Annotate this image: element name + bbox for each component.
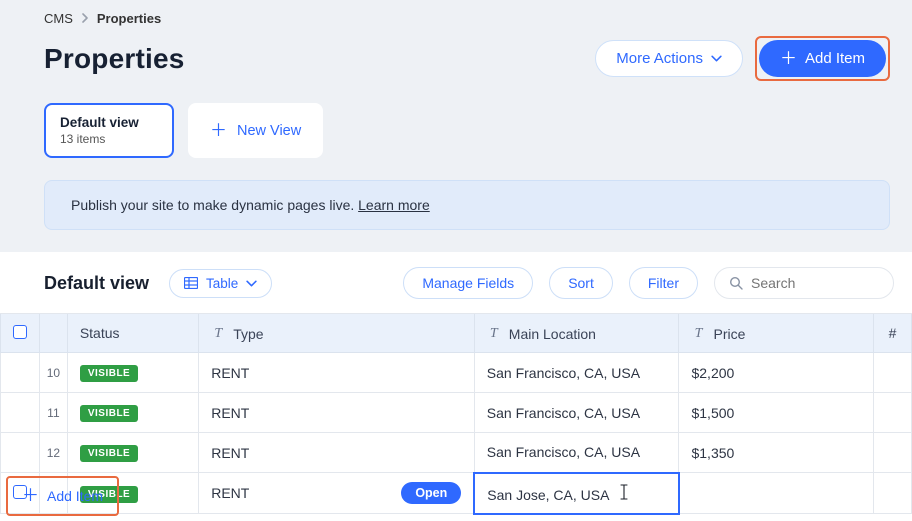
col-header-hash[interactable]: # [874, 314, 912, 353]
banner-text: Publish your site to make dynamic pages … [71, 197, 358, 213]
col-header-rownum [40, 314, 68, 353]
table-row[interactable]: 11 VISIBLE RENT San Francisco, CA, USA $… [1, 393, 912, 433]
open-row-button[interactable]: Open [401, 482, 461, 504]
view-name: Default view [60, 115, 150, 130]
cell-extra[interactable] [874, 353, 912, 393]
cell-price[interactable] [679, 473, 874, 514]
cell-location[interactable]: San Francisco, CA, USA [474, 393, 679, 433]
text-type-icon: T [691, 326, 705, 342]
new-view-button[interactable]: ＋ New View [188, 103, 323, 158]
cell-type[interactable]: RENT [199, 353, 475, 393]
view-mode-select[interactable]: Table [169, 269, 272, 298]
chevron-down-icon [711, 55, 722, 62]
cell-location[interactable]: San Francisco, CA, USA [474, 433, 679, 473]
data-table: Status TType TMain Location TPrice # 10 … [0, 314, 912, 515]
cell-extra[interactable] [874, 433, 912, 473]
row-number: 12 [40, 433, 68, 473]
footer-add-item-button[interactable]: ＋ Add Item [10, 478, 115, 514]
cell-location[interactable]: San Francisco, CA, USA [474, 353, 679, 393]
status-badge: VISIBLE [80, 445, 138, 462]
row-number: 10 [40, 353, 68, 393]
filter-button[interactable]: Filter [629, 267, 698, 299]
breadcrumb-current: Properties [97, 11, 161, 26]
view-tab-default[interactable]: Default view 13 items [44, 103, 174, 158]
search-field[interactable] [714, 267, 894, 299]
col-header-location[interactable]: TMain Location [474, 314, 679, 353]
highlight-add-item: ＋ Add Item [755, 36, 890, 81]
editing-value: San Jose, CA, USA [487, 487, 608, 503]
chevron-down-icon [246, 280, 257, 287]
add-item-label: Add Item [805, 50, 865, 67]
table-row[interactable]: 12 VISIBLE RENT San Francisco, CA, USA $… [1, 433, 912, 473]
cell-type[interactable]: RENT [199, 393, 475, 433]
status-badge: VISIBLE [80, 365, 138, 382]
cell-type[interactable]: RENT [199, 433, 475, 473]
text-cursor-icon [619, 484, 629, 503]
view-mode-label: Table [206, 276, 238, 291]
footer-add-item-label: Add Item [47, 488, 103, 504]
breadcrumb: CMS Properties [44, 10, 890, 26]
new-view-label: New View [237, 123, 301, 139]
table-row[interactable]: VISIBLE RENT Open San Jose, CA, USA [1, 473, 912, 514]
cell-price[interactable]: $2,200 [679, 353, 874, 393]
manage-fields-button[interactable]: Manage Fields [403, 267, 533, 299]
cell-type[interactable]: RENT Open [199, 473, 475, 514]
row-number: 11 [40, 393, 68, 433]
text-type-icon: T [211, 326, 225, 342]
cell-extra[interactable] [874, 473, 912, 514]
table-row[interactable]: 10 VISIBLE RENT San Francisco, CA, USA $… [1, 353, 912, 393]
col-header-status[interactable]: Status [67, 314, 198, 353]
col-header-type[interactable]: TType [199, 314, 475, 353]
search-input[interactable] [751, 275, 912, 291]
col-header-price[interactable]: TPrice [679, 314, 874, 353]
toolbar-view-title: Default view [44, 273, 149, 294]
highlight-footer-add: ＋ Add Item [6, 476, 119, 516]
sort-button[interactable]: Sort [549, 267, 613, 299]
chevron-right-icon [81, 10, 89, 26]
table-icon [184, 277, 198, 289]
banner-learn-more-link[interactable]: Learn more [358, 197, 430, 213]
view-subtitle: 13 items [60, 132, 150, 146]
search-icon [729, 276, 743, 290]
more-actions-label: More Actions [616, 50, 703, 67]
select-all-checkbox[interactable] [13, 325, 27, 339]
publish-banner: Publish your site to make dynamic pages … [44, 180, 890, 230]
cell-location-editing[interactable]: San Jose, CA, USA [474, 473, 679, 514]
breadcrumb-root[interactable]: CMS [44, 11, 73, 26]
add-item-button[interactable]: ＋ Add Item [759, 40, 886, 77]
more-actions-button[interactable]: More Actions [595, 40, 743, 77]
text-type-icon: T [487, 326, 501, 342]
cell-price[interactable]: $1,350 [679, 433, 874, 473]
cell-extra[interactable] [874, 393, 912, 433]
cell-price[interactable]: $1,500 [679, 393, 874, 433]
status-badge: VISIBLE [80, 405, 138, 422]
page-title: Properties [44, 43, 185, 75]
